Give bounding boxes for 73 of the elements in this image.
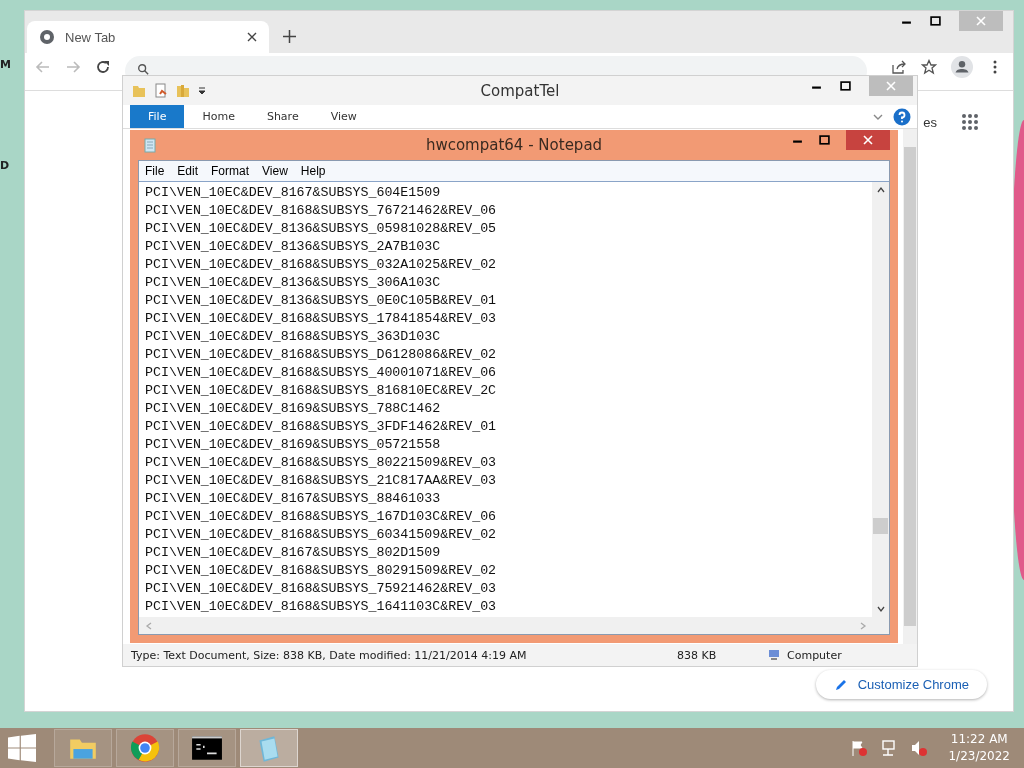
speaker-muted-icon[interactable] xyxy=(910,739,929,757)
ribbon-tab[interactable]: File xyxy=(130,105,185,128)
text-line: PCI\VEN_10EC&DEV_8169&SUBSYS_05721558 xyxy=(145,436,442,454)
star-icon[interactable] xyxy=(921,59,937,75)
window-title: hwcompat64 - Notepad xyxy=(425,136,603,154)
text-line: PCI\VEN_10EC&DEV_8136&SUBSYS_2A7B103C xyxy=(145,238,442,256)
share-icon[interactable] xyxy=(891,59,907,75)
text-line: PCI\VEN_10EC&DEV_8168&SUBSYS_40001071&REV_06 xyxy=(145,364,498,382)
text-line: PCI\VEN_10EC&DEV_8168&SUBSYS_76721462&REV_06 xyxy=(145,202,498,220)
text-line: PCI\VEN_10EC&DEV_8168&SUBSYS_167D103C&REV_06 xyxy=(145,508,498,526)
text-line: PCI\VEN_10EC&DEV_8168&SUBSYS_21C817AA&REV_03 xyxy=(145,472,498,490)
text-line: PCI\VEN_10EC&DEV_8168&SUBSYS_3FDF1462&REV_01 xyxy=(145,418,498,436)
dropdown-icon[interactable] xyxy=(197,85,207,96)
text-line: PCI\VEN_10EC&DEV_8167&SUBSYS_88461033 xyxy=(145,490,442,508)
text-line: PCI\VEN_10EC&DEV_8169&SUBSYS_788C1462 xyxy=(145,400,442,418)
windows-logo-icon[interactable] xyxy=(8,734,36,762)
close-icon xyxy=(886,81,896,91)
scroll-thumb[interactable] xyxy=(873,518,888,534)
text-line: PCI\VEN_10EC&DEV_8167&SUBSYS_802D1509 xyxy=(145,544,442,562)
maximize-icon[interactable] xyxy=(930,15,941,27)
close-button[interactable] xyxy=(846,130,890,150)
scroll-up-icon[interactable] xyxy=(876,186,885,194)
desktop-icon-label[interactable]: D xyxy=(0,159,10,172)
text-line: PCI\VEN_10EC&DEV_8136&SUBSYS_306A103C xyxy=(145,274,442,292)
ribbon-tab[interactable]: View xyxy=(316,105,371,128)
text-line: PCI\VEN_10EC&DEV_8168&SUBSYS_60341509&REV_02 xyxy=(145,526,498,544)
text-line: PCI\VEN_10EC&DEV_8168&SUBSYS_80291509&REV_02 xyxy=(145,562,498,580)
window-title: CompatTel xyxy=(480,81,560,100)
text-line: PCI\VEN_10EC&DEV_8168&SUBSYS_363D103C xyxy=(145,328,442,346)
flag-icon[interactable] xyxy=(850,739,869,757)
reload-icon[interactable] xyxy=(95,59,111,75)
text-line: PCI\VEN_10EC&DEV_8168&SUBSYS_032A1025&REV_02 xyxy=(145,256,498,274)
scrollbar[interactable] xyxy=(903,129,917,644)
text-line: PCI\VEN_10EC&DEV_8168&SUBSYS_816810EC&REV_2C xyxy=(145,382,498,400)
ribbon-tab[interactable]: Share xyxy=(252,105,313,128)
browser-tab[interactable]: New Tab xyxy=(27,21,269,53)
pencil-icon xyxy=(833,677,848,692)
terminal-taskbar-button[interactable] xyxy=(178,729,236,767)
apps-grid-icon[interactable] xyxy=(961,113,979,131)
maximize-icon[interactable] xyxy=(819,134,830,146)
status-text: Type: Text Document, Size: 838 KB, Date modified: 11/21/2014 4:19 AM xyxy=(131,648,528,662)
help-icon[interactable] xyxy=(893,107,911,126)
scroll-down-icon[interactable] xyxy=(876,605,885,613)
menu-item[interactable]: Edit xyxy=(177,164,199,178)
search-icon xyxy=(137,63,149,75)
maximize-icon[interactable] xyxy=(840,80,851,92)
text-line: PCI\VEN_10EC&DEV_8168&SUBSYS_75921462&REV_03 xyxy=(145,580,498,598)
customize-chrome-button[interactable]: Customize Chrome xyxy=(815,670,987,699)
computer-icon xyxy=(767,648,781,662)
location-text: Computer xyxy=(787,648,842,662)
text-line: PCI\VEN_10EC&DEV_8168&SUBSYS_17841854&REV_03 xyxy=(145,310,498,328)
close-icon xyxy=(863,135,873,145)
notepad-icon xyxy=(142,137,158,153)
text-line: PCI\VEN_10EC&DEV_8168&SUBSYS_1641103C&REV_03 xyxy=(145,598,498,616)
file-size: 838 KB xyxy=(677,648,718,662)
text-line: PCI\VEN_10EC&DEV_8136&SUBSYS_05981028&REV_05 xyxy=(145,220,498,238)
profile-icon[interactable] xyxy=(951,56,973,78)
text-line: PCI\VEN_10EC&DEV_8168&SUBSYS_80221509&REV_03 xyxy=(145,454,498,472)
vertical-scrollbar[interactable] xyxy=(872,182,889,617)
menu-item[interactable]: View xyxy=(262,164,288,178)
text-line: PCI\VEN_10EC&DEV_8168&SUBSYS_D6128086&REV_02 xyxy=(145,346,498,364)
ribbon-tab[interactable]: Home xyxy=(188,105,249,128)
new-tab-icon[interactable] xyxy=(283,30,296,43)
menu-item[interactable]: File xyxy=(145,164,165,178)
text-line: PCI\VEN_10EC&DEV_8167&SUBSYS_604E1509 xyxy=(145,184,442,202)
menu-item[interactable]: Format xyxy=(211,164,250,178)
menu-item[interactable]: Help xyxy=(300,164,326,178)
close-icon xyxy=(976,16,986,26)
properties-icon[interactable] xyxy=(153,82,169,99)
images-link[interactable]: es xyxy=(923,114,937,130)
text-line: PCI\VEN_10EC&DEV_8136&SUBSYS_0E0C105B&REV_01 xyxy=(145,292,498,310)
desktop-icon-label[interactable]: M xyxy=(0,58,10,71)
close-icon[interactable] xyxy=(247,32,257,42)
